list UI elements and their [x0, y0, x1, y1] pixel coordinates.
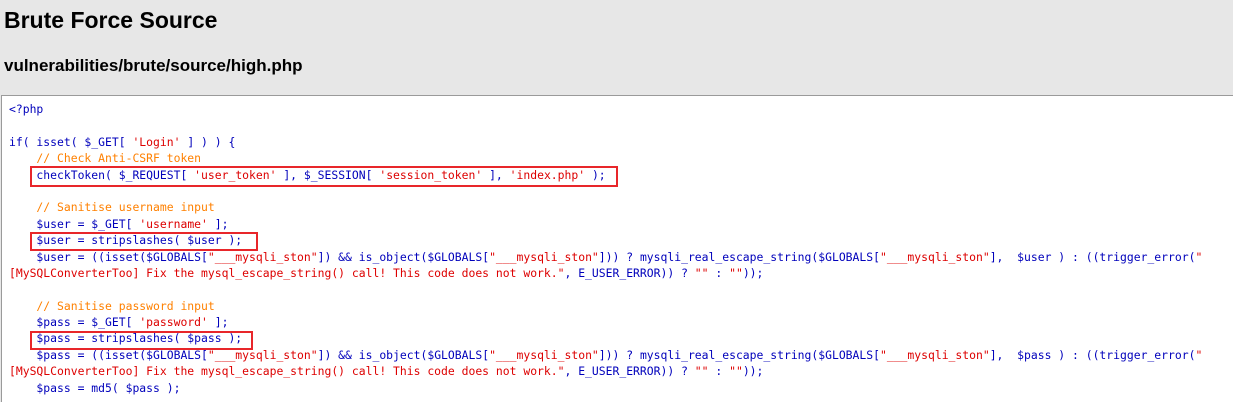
code-token: 'Login' — [132, 134, 181, 149]
code-line: [MySQLConverterToo] Fix the mysql_escape… — [9, 265, 1202, 281]
page-title: Brute Force Source — [4, 7, 218, 33]
code-line: <?php — [9, 101, 1202, 117]
code-token: : — [708, 265, 730, 280]
code-token: "" — [729, 265, 743, 280]
code-token: , E_USER_ERROR)) ? — [564, 364, 695, 379]
code-line: if( isset( $_GET[ 'Login' ] ) ) { — [9, 134, 1202, 150]
code-line: // Sanitise username input — [9, 199, 1202, 215]
code-line: $user = $_GET[ 'username' ]; — [9, 216, 1202, 232]
code-token: , E_USER_ERROR)) ? — [564, 265, 695, 280]
code-token: )); — [742, 265, 764, 280]
code-token: ])) ? mysqli_real_escape_string($GLOBALS… — [598, 347, 880, 362]
code-token: // Sanitise password input — [9, 298, 215, 313]
code-token: "___mysqli_ston" — [879, 249, 990, 264]
code-token: 'password' — [139, 315, 208, 330]
source-code: <?php if( isset( $_GET[ 'Login' ] ) ) { /… — [9, 101, 1202, 396]
code-line: // Sanitise password input — [9, 298, 1202, 314]
code-token: ])) ? mysqli_real_escape_string($GLOBALS… — [598, 249, 880, 264]
code-token: "" — [729, 364, 743, 379]
code-line: [MySQLConverterToo] Fix the mysql_escape… — [9, 363, 1202, 379]
code-token: "___mysqli_ston" — [489, 347, 599, 362]
code-token: ], $_SESSION[ — [276, 167, 380, 182]
code-token: ], $user ) : ((trigger_error( — [989, 249, 1196, 264]
code-token: " — [1195, 347, 1203, 362]
code-token: [MySQLConverterToo] Fix the mysql_escape… — [9, 265, 565, 280]
source-code-box: <?php if( isset( $_GET[ 'Login' ] ) ) { /… — [1, 95, 1233, 402]
page: Brute Force Source vulnerabilities/brute… — [0, 0, 1233, 402]
code-line: $pass = md5( $pass ); — [9, 380, 1202, 396]
code-token: checkToken( $_REQUEST[ — [9, 167, 195, 182]
code-token: 'user_token' — [194, 167, 277, 182]
code-line: $user = stripslashes( $user ); — [9, 232, 1202, 248]
code-line: $pass = stripslashes( $pass ); — [9, 330, 1202, 346]
code-token: ); — [585, 167, 606, 182]
code-line: $user = ((isset($GLOBALS["___mysqli_ston… — [9, 249, 1202, 265]
code-token: $pass = stripslashes( $pass ); — [9, 331, 243, 346]
code-token: // Check Anti-CSRF token — [9, 151, 202, 166]
code-token: $user = stripslashes( $user ); — [9, 233, 243, 248]
code-token: "___mysqli_ston" — [207, 347, 318, 362]
code-token: $user = ((isset($GLOBALS[ — [9, 249, 208, 264]
code-token: 'username' — [139, 216, 208, 231]
code-token: if( isset( $_GET[ — [9, 134, 133, 149]
code-token: "___mysqli_ston" — [489, 249, 599, 264]
code-token: "" — [694, 265, 709, 280]
code-token: ], — [482, 167, 510, 182]
code-token: ]) && is_object($GLOBALS[ — [317, 347, 490, 362]
code-token: $pass = $_GET[ — [9, 315, 140, 330]
code-token: "___mysqli_ston" — [879, 347, 990, 362]
code-token: ] ) ) { — [180, 134, 236, 149]
code-token: " — [1195, 249, 1203, 264]
code-token: ]; — [207, 315, 229, 330]
code-line: checkToken( $_REQUEST[ 'user_token' ], $… — [9, 167, 1202, 183]
code-token: $pass = ((isset($GLOBALS[ — [9, 347, 208, 362]
code-token: $pass = md5( $pass ); — [9, 380, 181, 395]
code-token: ], $pass ) : ((trigger_error( — [989, 347, 1196, 362]
code-token: : — [708, 364, 730, 379]
code-token: ]; — [207, 216, 229, 231]
code-line: $pass = ((isset($GLOBALS["___mysqli_ston… — [9, 347, 1202, 363]
code-token: $user = $_GET[ — [9, 216, 140, 231]
code-token: <?php — [9, 102, 44, 116]
code-token: [MySQLConverterToo] Fix the mysql_escape… — [9, 364, 565, 379]
code-token: 'session_token' — [379, 167, 483, 182]
code-token: "" — [694, 364, 709, 379]
code-token: 'index.php' — [509, 167, 586, 182]
code-token: )); — [742, 364, 764, 379]
file-path-heading: vulnerabilities/brute/source/high.php — [4, 56, 303, 75]
code-token: // Sanitise username input — [9, 200, 215, 215]
code-line: // Check Anti-CSRF token — [9, 150, 1202, 166]
code-line: $pass = $_GET[ 'password' ]; — [9, 314, 1202, 330]
code-token: "___mysqli_ston" — [207, 249, 318, 264]
code-token: ]) && is_object($GLOBALS[ — [317, 249, 490, 264]
